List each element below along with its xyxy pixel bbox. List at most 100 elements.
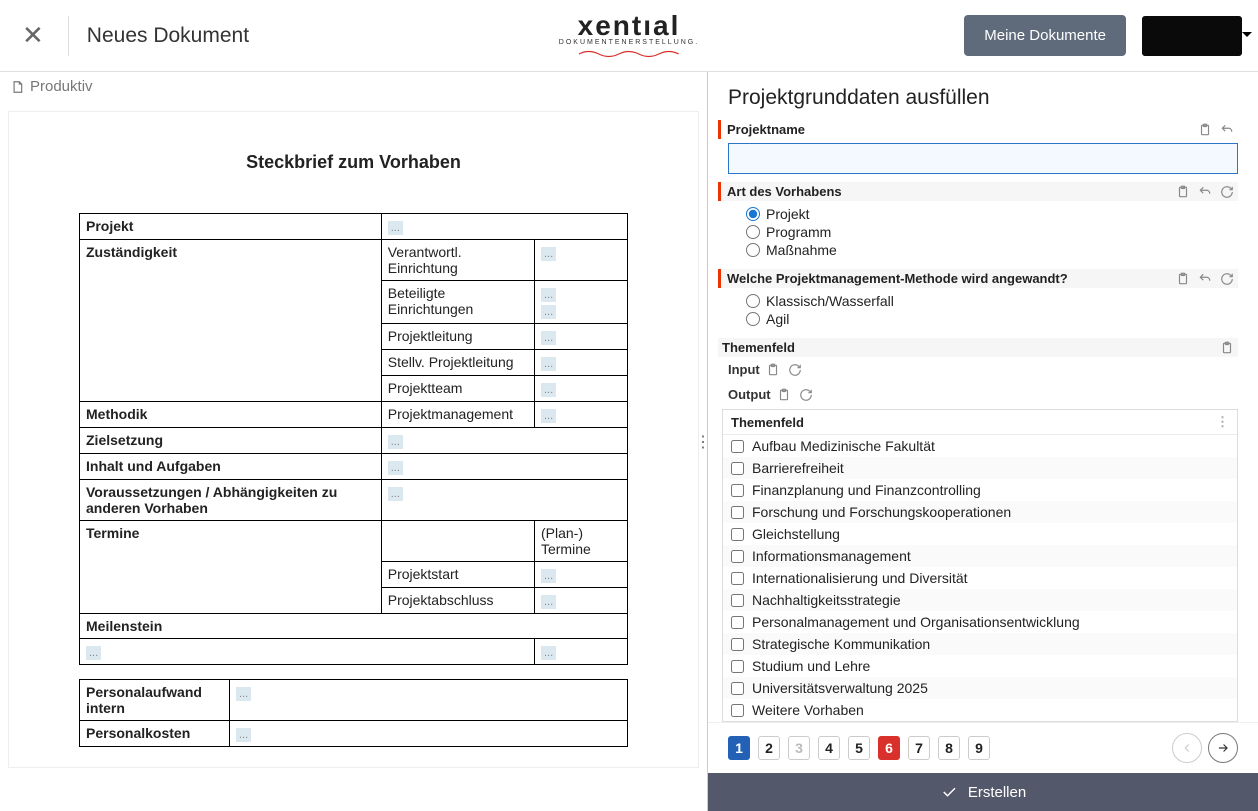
clipboard-icon[interactable]	[1198, 123, 1212, 137]
radio-label: Programm	[766, 224, 831, 240]
page-1[interactable]: 1	[728, 736, 750, 760]
themenfeld-item[interactable]: Studium und Lehre	[723, 655, 1237, 677]
refresh-icon[interactable]	[788, 363, 802, 377]
radio-input[interactable]	[746, 294, 760, 308]
placeholder: ...	[388, 461, 403, 475]
checkbox-input[interactable]	[731, 550, 744, 563]
pane-resize-handle[interactable]: ⋮	[695, 432, 711, 452]
radio-input[interactable]	[746, 312, 760, 326]
check-icon	[940, 783, 958, 801]
themenfeld-item[interactable]: Internationalisierung und Diversität	[723, 567, 1237, 589]
create-button[interactable]: Erstellen	[708, 773, 1258, 811]
form-panel: Projektgrunddaten ausfüllen Projektname …	[708, 72, 1258, 811]
undo-icon[interactable]	[1198, 185, 1212, 199]
brand-subtitle: DOKUMENTENERSTELLUNG.	[559, 39, 699, 46]
clipboard-icon[interactable]	[1176, 272, 1190, 286]
checkbox-label: Strategische Kommunikation	[752, 636, 930, 652]
form-scroll[interactable]: Projektname Art des Vorhabens	[708, 120, 1258, 722]
checkbox-input[interactable]	[731, 682, 744, 695]
themenfeld-item[interactable]: Personalmanagement und Organisationsentw…	[723, 611, 1237, 633]
placeholder: ...	[541, 409, 556, 423]
row-plan: (Plan-) Termine	[534, 521, 627, 562]
checkbox-input[interactable]	[731, 594, 744, 607]
page-3[interactable]: 3	[788, 736, 810, 760]
methode-option[interactable]: Agil	[746, 310, 1238, 328]
themenfeld-item[interactable]: Finanzplanung und Finanzcontrolling	[723, 479, 1237, 501]
themenfeld-item[interactable]: Barrierefreiheit	[723, 457, 1237, 479]
themenfeld-item[interactable]: Weitere Vorhaben	[723, 699, 1237, 721]
projektname-input[interactable]	[728, 143, 1238, 174]
themenfeld-item[interactable]: Nachhaltigkeitsstrategie	[723, 589, 1237, 611]
art-option[interactable]: Projekt	[746, 205, 1238, 223]
next-page-button[interactable]	[1208, 733, 1238, 763]
checkbox-input[interactable]	[731, 660, 744, 673]
checkbox-input[interactable]	[731, 638, 744, 651]
checkbox-input[interactable]	[731, 572, 744, 585]
more-icon[interactable]: ⋮	[1216, 414, 1229, 430]
row-termine: Termine	[80, 521, 382, 614]
undo-icon[interactable]	[1220, 123, 1234, 137]
placeholder: ...	[541, 646, 556, 660]
checkbox-label: Forschung und Forschungskooperationen	[752, 504, 1011, 520]
row-voraus: Voraussetzungen / Abhängigkeiten zu ande…	[80, 480, 382, 521]
radio-input[interactable]	[746, 225, 760, 239]
row-personal-intern: Personalaufwand intern	[80, 680, 230, 721]
themenfeld-item[interactable]: Strategische Kommunikation	[723, 633, 1237, 655]
clipboard-icon[interactable]	[766, 363, 780, 377]
checkbox-label: Internationalisierung und Diversität	[752, 570, 968, 586]
row-verantw: Verantwortl. Einrichtung	[381, 240, 534, 281]
row-personalkosten: Personalkosten	[80, 721, 230, 747]
close-icon[interactable]: ✕	[16, 20, 50, 51]
checkbox-label: Universitätsverwaltung 2025	[752, 680, 928, 696]
clipboard-icon[interactable]	[1176, 185, 1190, 199]
themenfeld-item[interactable]: Informationsmanagement	[723, 545, 1237, 567]
checkbox-label: Barrierefreiheit	[752, 460, 844, 476]
refresh-icon[interactable]	[799, 388, 813, 402]
placeholder: ...	[388, 487, 403, 501]
checkbox-input[interactable]	[731, 704, 744, 717]
checkbox-input[interactable]	[731, 506, 744, 519]
checkbox-input[interactable]	[731, 616, 744, 629]
radio-input[interactable]	[746, 243, 760, 257]
radio-label: Klassisch/Wasserfall	[766, 293, 894, 309]
checkbox-label: Informationsmanagement	[752, 548, 911, 564]
radio-input[interactable]	[746, 207, 760, 221]
page-5[interactable]: 5	[848, 736, 870, 760]
input-label: Input	[722, 359, 766, 380]
refresh-icon[interactable]	[1220, 272, 1234, 286]
page-4[interactable]: 4	[818, 736, 840, 760]
art-option[interactable]: Maßnahme	[746, 241, 1238, 259]
checkbox-input[interactable]	[731, 440, 744, 453]
refresh-icon[interactable]	[1220, 185, 1234, 199]
page-2[interactable]: 2	[758, 736, 780, 760]
prev-page-button[interactable]	[1172, 733, 1202, 763]
create-label: Erstellen	[968, 784, 1026, 801]
page-9[interactable]: 9	[968, 736, 990, 760]
checkbox-input[interactable]	[731, 528, 744, 541]
my-documents-button[interactable]: Meine Dokumente	[964, 15, 1126, 56]
breadcrumb-label: Produktiv	[30, 78, 93, 95]
logo-squiggle-icon	[579, 49, 679, 59]
document-preview-pane: Produktiv Steckbrief zum Vorhaben Projek…	[0, 72, 708, 811]
themenfeld-item[interactable]: Universitätsverwaltung 2025	[723, 677, 1237, 699]
methode-option[interactable]: Klassisch/Wasserfall	[746, 292, 1238, 310]
themenfeld-item[interactable]: Gleichstellung	[723, 523, 1237, 545]
placeholder: ...	[86, 646, 101, 660]
art-option[interactable]: Programm	[746, 223, 1238, 241]
placeholder: ...	[541, 569, 556, 583]
clipboard-icon[interactable]	[777, 388, 791, 402]
methode-label: Welche Projektmanagement-Methode wird an…	[727, 271, 1176, 286]
themenfeld-item[interactable]: Aufbau Medizinische Fakultät	[723, 435, 1237, 457]
page-6[interactable]: 6	[878, 736, 900, 760]
undo-icon[interactable]	[1198, 272, 1212, 286]
clipboard-icon[interactable]	[1220, 341, 1234, 355]
art-radio-list: ProjektProgrammMaßnahme	[718, 201, 1238, 265]
document-icon	[10, 80, 24, 94]
checkbox-input[interactable]	[731, 462, 744, 475]
themenfeld-item[interactable]: Forschung und Forschungskooperationen	[723, 501, 1237, 523]
document-scroll[interactable]: Steckbrief zum Vorhaben Projekt... Zustä…	[0, 101, 707, 811]
checkbox-input[interactable]	[731, 484, 744, 497]
user-dropdown[interactable]	[1142, 16, 1242, 56]
page-8[interactable]: 8	[938, 736, 960, 760]
page-7[interactable]: 7	[908, 736, 930, 760]
